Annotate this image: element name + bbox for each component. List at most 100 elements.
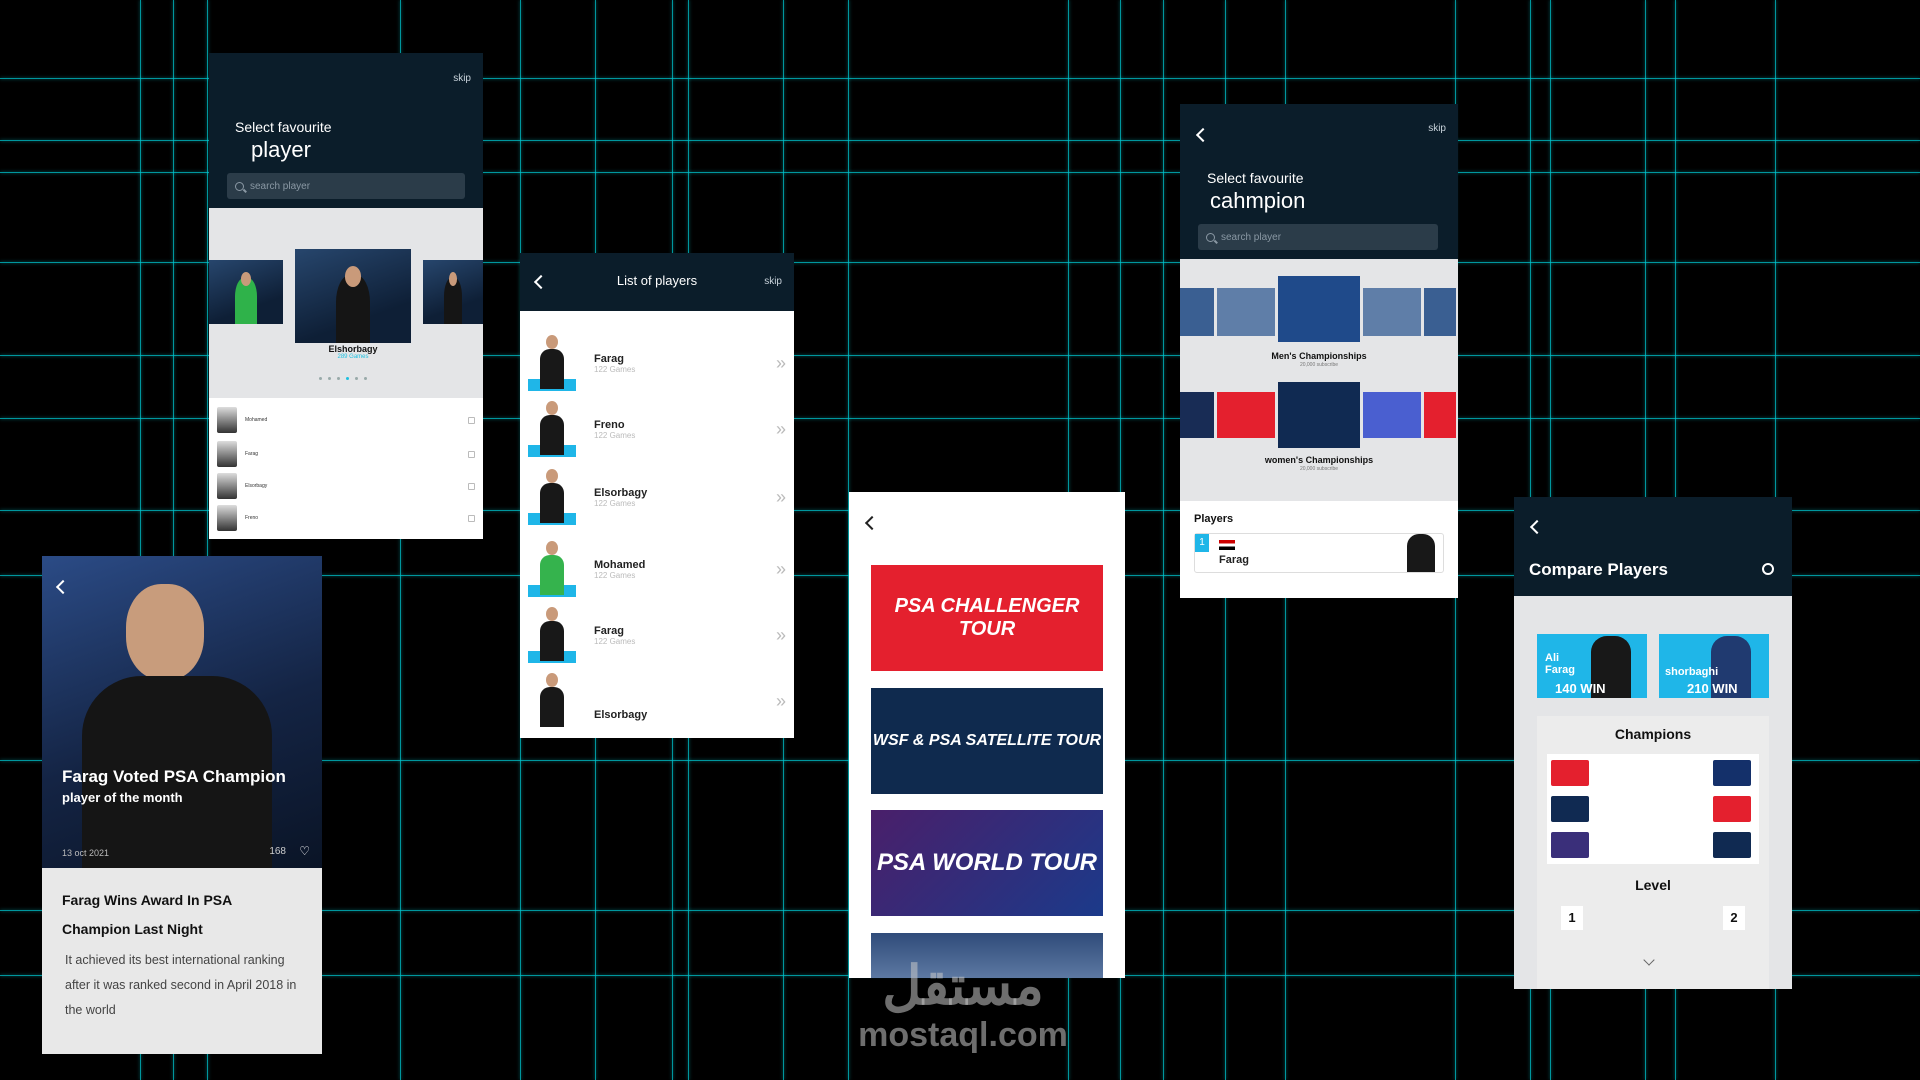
player-name: Farag xyxy=(1219,554,1249,566)
chevron-right-icon[interactable]: » xyxy=(776,353,786,374)
search-input[interactable]: search player xyxy=(227,173,465,199)
flag-icon xyxy=(1219,540,1235,550)
mens-championships-label: Men's Championships xyxy=(1180,351,1458,361)
avatar xyxy=(217,505,237,531)
search-icon xyxy=(1206,233,1215,242)
avatar xyxy=(528,469,576,525)
chevron-right-icon[interactable]: » xyxy=(776,691,786,712)
title-line-2: player xyxy=(251,137,311,163)
champion-logo[interactable] xyxy=(1713,796,1751,822)
select-checkbox[interactable] xyxy=(468,483,475,490)
avatar xyxy=(528,541,576,597)
list-header: List of players skip xyxy=(520,253,794,311)
skip-button[interactable]: skip xyxy=(1428,123,1446,134)
womens-championships-label: women's Championships xyxy=(1180,455,1458,465)
chevron-right-icon[interactable]: » xyxy=(776,559,786,580)
champions-grid xyxy=(1547,754,1759,864)
back-icon[interactable] xyxy=(1196,128,1210,142)
list-item[interactable]: Freno xyxy=(217,504,475,532)
champion-logo[interactable] xyxy=(1713,832,1751,858)
avatar xyxy=(1407,534,1435,572)
news-headline: Farag Voted PSA Champion xyxy=(62,767,286,787)
news-subheadline: player of the month xyxy=(62,790,183,805)
title-line-1: Select favourite xyxy=(235,119,332,135)
page-title: List of players xyxy=(520,273,794,288)
avatar xyxy=(217,407,237,433)
article-title[interactable]: Farag Wins Award In PSA Champion Last Ni… xyxy=(62,886,282,944)
womens-championships-carousel[interactable] xyxy=(1180,392,1456,438)
article-body: It achieved its best international ranki… xyxy=(65,948,305,1023)
champion-logo[interactable] xyxy=(1713,760,1751,786)
player-card-2[interactable]: shorbaghi 210 WIN xyxy=(1659,634,1769,698)
list-item[interactable]: Farag xyxy=(217,440,475,468)
player-carousel-card[interactable] xyxy=(423,260,483,324)
player-carousel-card-featured[interactable] xyxy=(295,249,411,343)
list-item[interactable]: Farag122 Games » xyxy=(528,333,786,393)
select-checkbox[interactable] xyxy=(468,451,475,458)
tournament-banner-challenger[interactable]: PSA CHALLENGER TOUR xyxy=(871,565,1103,671)
list-item[interactable]: Freno122 Games » xyxy=(528,399,786,459)
avatar xyxy=(528,607,576,663)
compare-header: Compare Players xyxy=(1514,497,1792,596)
list-item[interactable]: Elsorbagy122 Games » xyxy=(528,467,786,527)
list-item[interactable]: Elsorbagy xyxy=(217,472,475,500)
select-player-header: skip Select favourite player search play… xyxy=(209,53,483,208)
page-title: Compare Players xyxy=(1529,560,1668,580)
featured-player-games: 289 Games xyxy=(295,354,411,360)
compare-panel: Champions Level 1 2 xyxy=(1537,716,1769,989)
back-icon[interactable] xyxy=(1530,520,1544,534)
list-item[interactable]: Mohamed xyxy=(217,406,475,434)
list-item[interactable]: Mohamed122 Games » xyxy=(528,539,786,599)
back-icon[interactable] xyxy=(56,580,70,594)
avatar xyxy=(217,441,237,467)
chevron-right-icon[interactable]: » xyxy=(776,625,786,646)
avatar xyxy=(217,473,237,499)
screen-list-of-players: List of players skip Farag122 Games » Fr… xyxy=(520,253,794,738)
players-label: Players xyxy=(1194,513,1233,525)
featured-player-name: Elshorbagy xyxy=(295,344,411,354)
player-card[interactable]: 1 Farag xyxy=(1194,533,1444,573)
champion-logo[interactable] xyxy=(1551,832,1589,858)
skip-button[interactable]: skip xyxy=(764,276,782,287)
level-value-right: 2 xyxy=(1723,906,1745,930)
search-icon[interactable] xyxy=(1762,563,1774,575)
list-item[interactable]: Elsorbagy » xyxy=(528,671,786,731)
back-icon[interactable] xyxy=(865,516,879,530)
screen-tournaments: PSA CHALLENGER TOUR WSF & PSA SATELLITE … xyxy=(849,492,1125,978)
carousel-dots[interactable] xyxy=(319,377,367,380)
news-hero-image[interactable]: Farag Voted PSA Champion player of the m… xyxy=(42,556,322,868)
avatar xyxy=(528,401,576,457)
level-value-left: 1 xyxy=(1561,906,1583,930)
tournament-banner-world-tour[interactable]: PSA WORLD TOUR xyxy=(871,810,1103,916)
watermark-latin: mostaql.com xyxy=(843,1016,1083,1055)
mens-championships-carousel[interactable] xyxy=(1180,288,1456,336)
rank-badge: 1 xyxy=(1195,534,1209,552)
champion-logo[interactable] xyxy=(1551,796,1589,822)
player-carousel-card[interactable] xyxy=(209,260,283,324)
select-champion-header: skip Select favourite cahmpion search pl… xyxy=(1180,104,1458,259)
chevron-down-icon[interactable] xyxy=(1643,954,1654,965)
avatar xyxy=(528,673,576,729)
heart-icon[interactable]: ♡ xyxy=(299,844,310,858)
list-item[interactable]: Farag122 Games » xyxy=(528,605,786,665)
select-checkbox[interactable] xyxy=(468,417,475,424)
womens-championships-subscribers: 20,000 subscribe xyxy=(1180,466,1458,472)
tournament-banner-satellite[interactable]: WSF & PSA SATELLITE TOUR xyxy=(871,688,1103,794)
chevron-right-icon[interactable]: » xyxy=(776,419,786,440)
select-checkbox[interactable] xyxy=(468,515,475,522)
champions-label: Champions xyxy=(1537,726,1769,742)
player-mini-list: Mohamed Farag Elsorbagy Freno xyxy=(209,398,483,539)
search-input[interactable]: search player xyxy=(1198,224,1438,250)
news-date: 13 oct 2021 xyxy=(62,848,109,858)
screen-compare-players: Compare Players Ali Farag 140 WIN shorba… xyxy=(1514,497,1792,989)
champion-logo[interactable] xyxy=(1551,760,1589,786)
screen-select-champion: skip Select favourite cahmpion search pl… xyxy=(1180,104,1458,598)
avatar xyxy=(528,335,576,391)
skip-button[interactable]: skip xyxy=(453,73,471,84)
chevron-right-icon[interactable]: » xyxy=(776,487,786,508)
player-card-1[interactable]: Ali Farag 140 WIN xyxy=(1537,634,1647,698)
level-label: Level xyxy=(1537,877,1769,893)
title-line-1: Select favourite xyxy=(1207,170,1304,186)
likes-count: 168 xyxy=(269,846,286,857)
watermark-arabic: مستقل xyxy=(843,960,1083,1012)
